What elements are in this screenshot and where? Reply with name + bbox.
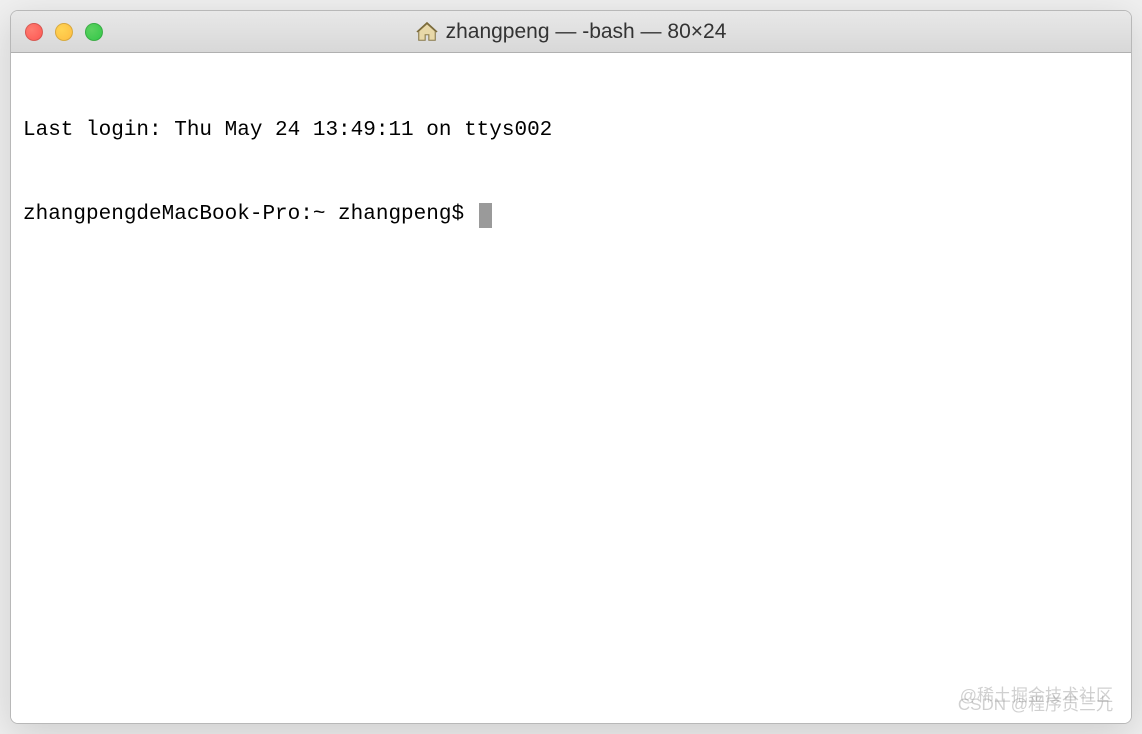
cursor <box>479 203 492 228</box>
minimize-button[interactable] <box>55 23 73 41</box>
close-button[interactable] <box>25 23 43 41</box>
prompt-line: zhangpengdeMacBook-Pro:~ zhangpeng$ <box>23 201 1119 229</box>
maximize-button[interactable] <box>85 23 103 41</box>
traffic-lights <box>25 23 103 41</box>
terminal-content[interactable]: Last login: Thu May 24 13:49:11 on ttys0… <box>11 53 1131 723</box>
last-login-text: Last login: Thu May 24 13:49:11 on ttys0… <box>23 117 552 145</box>
terminal-window: zhangpeng — -bash — 80×24 Last login: Th… <box>10 10 1132 724</box>
last-login-line: Last login: Thu May 24 13:49:11 on ttys0… <box>23 117 1119 145</box>
title-area: zhangpeng — -bash — 80×24 <box>416 20 727 44</box>
titlebar[interactable]: zhangpeng — -bash — 80×24 <box>11 11 1131 53</box>
prompt-text: zhangpengdeMacBook-Pro:~ zhangpeng$ <box>23 201 477 229</box>
home-icon <box>416 21 438 43</box>
window-title: zhangpeng — -bash — 80×24 <box>446 20 727 44</box>
